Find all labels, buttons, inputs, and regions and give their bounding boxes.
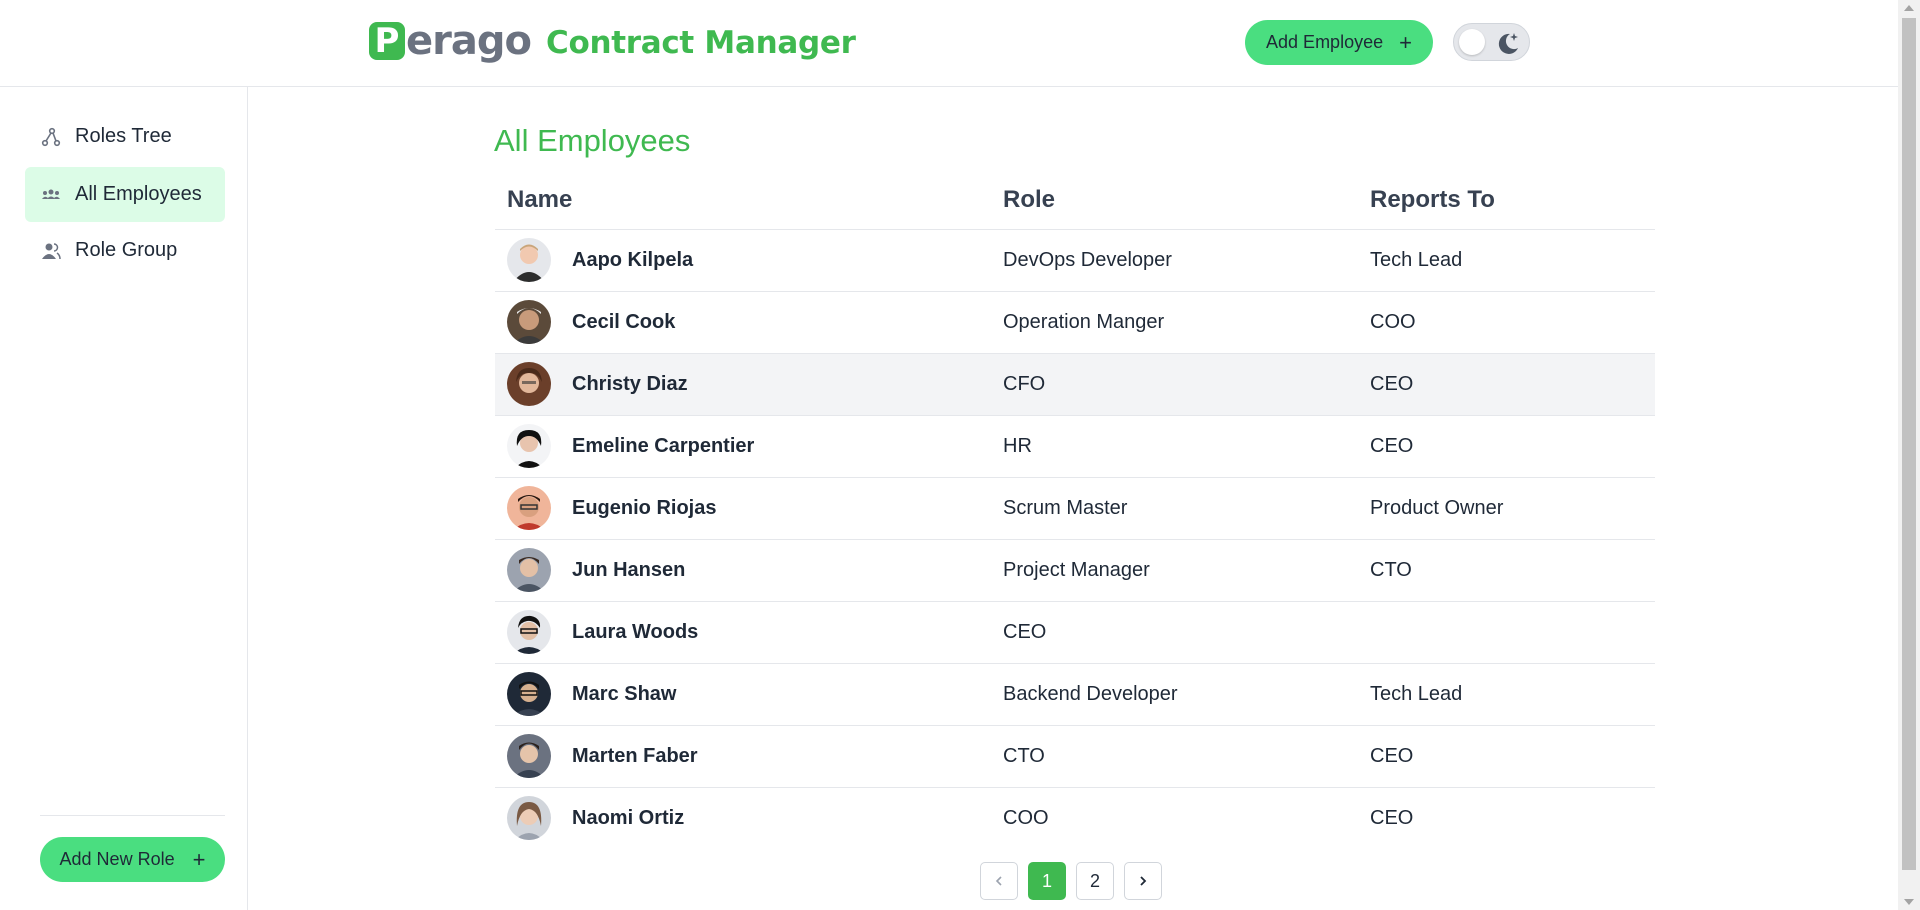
page-scrollbar[interactable] (1898, 0, 1920, 910)
pagination: 1 2 (980, 862, 1162, 900)
table-row[interactable]: Naomi Ortiz COO CEO (495, 788, 1655, 849)
page-title: All Employees (494, 123, 691, 158)
avatar (507, 796, 551, 840)
employee-role: CEO (1003, 621, 1047, 643)
employee-name: Emeline Carpentier (572, 435, 755, 457)
avatar (507, 238, 551, 282)
avatar (507, 672, 551, 716)
employee-name: Christy Diaz (572, 373, 688, 395)
table-row[interactable]: Eugenio Riojas Scrum Master Product Owne… (495, 478, 1655, 540)
sidebar-item-label: Role Group (75, 239, 178, 261)
table-row[interactable]: Christy Diaz CFO CEO (495, 354, 1655, 416)
add-new-role-label: Add New Role (59, 849, 175, 869)
employee-role: DevOps Developer (1003, 249, 1172, 271)
employee-name: Naomi Ortiz (572, 807, 685, 829)
sidebar-item-label: Roles Tree (75, 125, 172, 147)
next-page-button[interactable] (1124, 862, 1162, 900)
table-row[interactable]: Aapo Kilpela DevOps Developer Tech Lead (495, 230, 1655, 292)
chevron-left-icon (995, 876, 1002, 886)
employee-reports-to: CEO (1370, 435, 1414, 457)
employee-role: Scrum Master (1003, 497, 1128, 519)
users-group-icon (41, 185, 61, 205)
avatar (507, 734, 551, 778)
employee-name: Cecil Cook (572, 311, 676, 333)
table-header: Name Role Reports To (495, 176, 1655, 230)
add-employee-label: Add Employee (1266, 32, 1384, 52)
column-header-name[interactable]: Name (507, 186, 572, 214)
theme-toggle[interactable] (1453, 23, 1530, 61)
employee-reports-to: Tech Lead (1370, 683, 1463, 705)
prev-page-button[interactable] (980, 862, 1018, 900)
employee-reports-to: CTO (1370, 559, 1412, 581)
table-row[interactable]: Cecil Cook Operation Manger COO (495, 292, 1655, 354)
sidebar-item-label: All Employees (75, 183, 202, 205)
avatar (507, 362, 551, 406)
scroll-thumb[interactable] (1902, 18, 1916, 870)
employee-role: CTO (1003, 745, 1045, 767)
employee-name: Jun Hansen (572, 559, 686, 581)
column-header-reports-to[interactable]: Reports To (1370, 186, 1495, 214)
table-row[interactable]: Marc Shaw Backend Developer Tech Lead (495, 664, 1655, 726)
add-employee-button[interactable]: Add Employee + (1245, 20, 1433, 65)
scroll-up-icon[interactable] (1904, 5, 1914, 11)
toggle-knob (1459, 29, 1485, 55)
avatar (507, 300, 551, 344)
table-row[interactable]: Laura Woods CEO (495, 602, 1655, 664)
avatar (507, 424, 551, 468)
employee-reports-to: CEO (1370, 745, 1414, 767)
chevron-right-icon (1140, 876, 1147, 886)
table-row[interactable]: Jun Hansen Project Manager CTO (495, 540, 1655, 602)
roles-tree-icon (41, 127, 61, 147)
column-header-role[interactable]: Role (1003, 186, 1055, 214)
page-button-2[interactable]: 2 (1076, 862, 1114, 900)
sidebar-item-role-group[interactable]: Role Group (25, 223, 225, 278)
employee-role: Operation Manger (1003, 311, 1165, 333)
avatar (507, 548, 551, 592)
employees-table: Name Role Reports To Aapo Kilpela DevOps… (495, 176, 1655, 849)
role-group-icon (41, 241, 61, 261)
employee-name: Laura Woods (572, 621, 699, 643)
employee-role: Backend Developer (1003, 683, 1178, 705)
avatar (507, 610, 551, 654)
employee-role: Project Manager (1003, 559, 1150, 581)
plus-icon: + (192, 846, 206, 872)
sidebar-item-all-employees[interactable]: All Employees (25, 167, 225, 222)
employee-reports-to: COO (1370, 311, 1416, 333)
employee-name: Marten Faber (572, 745, 698, 767)
add-new-role-button[interactable]: Add New Role + (40, 837, 225, 882)
table-row[interactable]: Emeline Carpentier HR CEO (495, 416, 1655, 478)
moon-icon (1498, 33, 1518, 54)
scroll-down-icon[interactable] (1904, 899, 1914, 905)
employee-reports-to: Product Owner (1370, 497, 1504, 519)
logo-wordmark: erago (406, 18, 532, 64)
sidebar-item-roles-tree[interactable]: Roles Tree (25, 109, 225, 164)
app-header: P erago Contract Manager Add Employee + (0, 0, 1898, 87)
employee-name: Aapo Kilpela (572, 249, 694, 271)
employee-name: Eugenio Riojas (572, 497, 717, 519)
sidebar: Roles Tree All Employees Role Group Add … (0, 87, 248, 910)
employee-name: Marc Shaw (572, 683, 677, 705)
plus-icon: + (1399, 29, 1412, 55)
employee-reports-to: CEO (1370, 373, 1414, 395)
logo-mark: P (369, 22, 405, 60)
perago-logo[interactable]: P erago (369, 18, 532, 64)
table-row[interactable]: Marten Faber CTO CEO (495, 726, 1655, 788)
avatar (507, 486, 551, 530)
employee-role: HR (1003, 435, 1032, 457)
employee-role: CFO (1003, 373, 1046, 395)
sidebar-divider (40, 815, 225, 816)
employee-role: COO (1003, 807, 1049, 829)
page-button-1[interactable]: 1 (1028, 862, 1066, 900)
app-title: Contract Manager (546, 25, 856, 61)
employee-reports-to: Tech Lead (1370, 249, 1463, 271)
employee-reports-to: CEO (1370, 807, 1414, 829)
